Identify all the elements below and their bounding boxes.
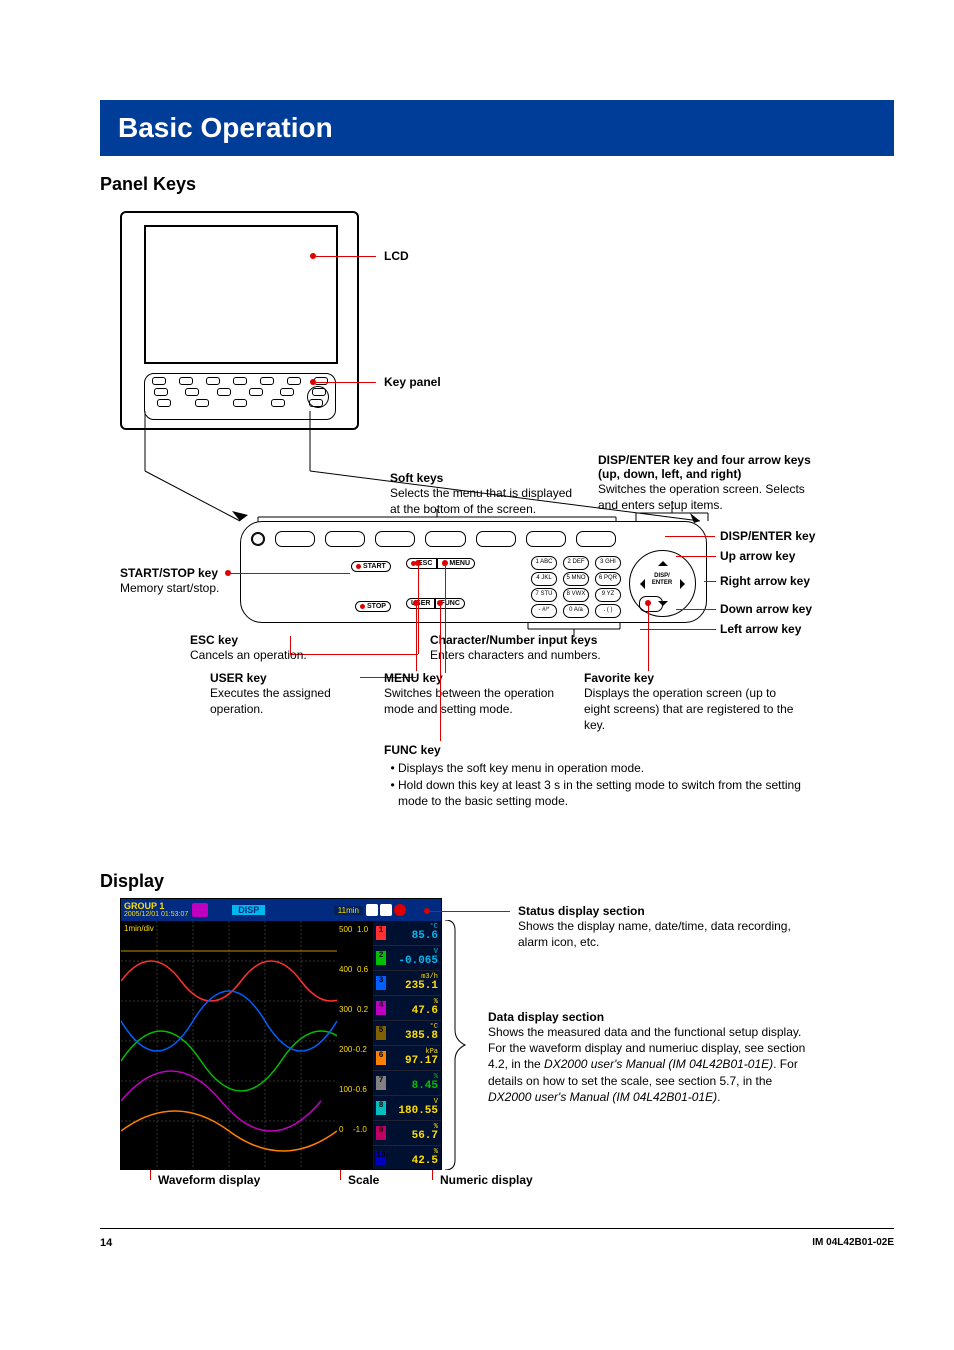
label-dispenter-block-title: DISP/ENTER key and four arrow keys (up, …	[598, 453, 828, 481]
soft-key[interactable]	[325, 531, 365, 547]
user-key[interactable]: USER	[406, 598, 435, 609]
label-down-arrow: Down arrow key	[720, 602, 812, 616]
label-softkeys-title: Soft keys	[390, 471, 443, 485]
label-status-desc: Shows the display name, date/time, data …	[518, 918, 818, 950]
label-data-desc: Shows the measured data and the function…	[488, 1024, 818, 1105]
start-key[interactable]: START	[351, 561, 391, 572]
soft-key[interactable]	[425, 531, 465, 547]
figure-panel-keys: LCD Key panel	[100, 201, 894, 861]
gear-icon	[251, 532, 265, 546]
numeric-row: 9%56.7	[373, 1121, 441, 1146]
page-title: Basic Operation	[100, 100, 894, 156]
status-rate: 11min	[334, 906, 363, 915]
page-number: 14	[100, 1237, 112, 1249]
status-icon	[380, 904, 392, 916]
soft-key[interactable]	[576, 531, 616, 547]
soft-key[interactable]	[476, 531, 516, 547]
label-waveform: Waveform display	[158, 1173, 260, 1187]
numeric-row: 7%8.45	[373, 1071, 441, 1096]
num-key[interactable]: 8 VWX	[563, 588, 589, 602]
label-menu-title: MENU key	[384, 671, 443, 685]
label-softkeys-desc: Selects the menu that is displayed at th…	[390, 485, 580, 517]
favorite-key[interactable]	[639, 596, 663, 612]
figure-display: GROUP 1 2005/12/01 01:53:07 DISP 11min 1…	[100, 898, 894, 1198]
disp-enter-key[interactable]: DISP/ENTER	[647, 573, 677, 593]
label-menu-desc: Switches between the operation mode and …	[384, 685, 574, 717]
label-left-arrow: Left arrow key	[720, 622, 801, 636]
numpad: 1 ABC 2 DEF 3 GHI 4 JKL 5 MNO 6 PQR 7 ST…	[531, 556, 621, 618]
label-lcd: LCD	[384, 249, 409, 263]
label-func-b2: Hold down this key at least 3 s in the s…	[398, 777, 818, 809]
num-key[interactable]: 2 DEF	[563, 556, 589, 570]
arrow-right-icon[interactable]	[680, 579, 690, 589]
device-outline	[120, 211, 359, 430]
scale-area: 500 400 300 200 100 0 1.0 0.6 0.2 -0.2 -…	[337, 921, 373, 1169]
alarm-icon	[394, 904, 406, 916]
label-status-title: Status display section	[518, 904, 645, 918]
status-icon	[192, 903, 208, 917]
waveform-area: 1min/div	[121, 921, 337, 1169]
numeric-row: 2V-0.065	[373, 946, 441, 971]
doc-id: IM 04L42B01-02E	[812, 1237, 894, 1249]
div-label: 1min/div	[124, 924, 154, 933]
label-func-b1: Displays the soft key menu in operation …	[398, 760, 818, 776]
num-key[interactable]: - #/*	[531, 604, 557, 618]
esc-key[interactable]: ESC	[406, 558, 437, 569]
numeric-row: 1°C85.6	[373, 921, 441, 946]
footer-rule	[100, 1228, 894, 1229]
label-right-arrow: Right arrow key	[720, 574, 810, 588]
num-key[interactable]: 0 A/a	[563, 604, 589, 618]
numeric-area: 1°C85.62V-0.0653m3/h235.14%47.65°C385.86…	[373, 921, 441, 1169]
num-key[interactable]: 3 GHI	[595, 556, 621, 570]
numeric-row: 5°C385.8	[373, 1021, 441, 1046]
num-key[interactable]: 9 YZ	[595, 588, 621, 602]
numeric-row: 6kPa97.17	[373, 1046, 441, 1071]
numeric-row: 4%47.6	[373, 996, 441, 1021]
numeric-row: 8V180.55	[373, 1096, 441, 1121]
status-group: GROUP 1	[121, 902, 188, 911]
label-fav-title: Favorite key	[584, 671, 654, 685]
arrow-up-icon[interactable]	[658, 556, 668, 566]
label-esc-title: ESC key	[190, 633, 238, 647]
label-dispenter-block-desc: Switches the operation screen. Selects a…	[598, 481, 818, 513]
label-startstop-title: START/STOP key	[120, 566, 218, 580]
label-user-title: USER key	[210, 671, 267, 685]
num-key[interactable]: . ( )	[595, 604, 621, 618]
stop-key[interactable]: STOP	[355, 601, 391, 612]
soft-key[interactable]	[526, 531, 566, 547]
status-datetime: 2005/12/01 01:53:07	[121, 911, 188, 918]
num-key[interactable]: 6 PQR	[595, 572, 621, 586]
numeric-row: 3m3/h235.1	[373, 971, 441, 996]
label-func-title: FUNC key	[384, 743, 441, 757]
status-icon	[366, 904, 378, 916]
status-bar: GROUP 1 2005/12/01 01:53:07 DISP 11min	[121, 899, 441, 921]
label-charnum-title: Character/Number input keys	[430, 633, 597, 647]
label-startstop-desc: Memory start/stop.	[120, 580, 219, 596]
num-key[interactable]: 4 JKL	[531, 572, 557, 586]
label-scale: Scale	[348, 1173, 379, 1187]
status-mode: DISP	[232, 905, 265, 915]
label-numeric: Numeric display	[440, 1173, 533, 1187]
display-screenshot: GROUP 1 2005/12/01 01:53:07 DISP 11min 1…	[120, 898, 442, 1170]
label-charnum-desc: Enters characters and numbers.	[430, 647, 601, 663]
num-key[interactable]: 7 STU	[531, 588, 557, 602]
label-user-desc: Executes the assigned operation.	[210, 685, 370, 717]
num-key[interactable]: 1 ABC	[531, 556, 557, 570]
section-panel-keys: Panel Keys	[100, 174, 894, 195]
label-fav-desc: Displays the operation screen (up to eig…	[584, 685, 804, 734]
num-key[interactable]: 5 MNO	[563, 572, 589, 586]
numeric-row: 10%42.5	[373, 1146, 441, 1170]
keypanel-enlarged: START ESC MENU STOP USER FUNC 1 ABC 2 DE…	[240, 521, 707, 623]
section-display: Display	[100, 871, 894, 892]
arrow-left-icon[interactable]	[635, 579, 645, 589]
label-dispenter-key: DISP/ENTER key	[720, 529, 815, 543]
soft-key[interactable]	[375, 531, 415, 547]
label-esc-desc: Cancels an operation.	[190, 647, 307, 663]
device-lcd	[144, 225, 338, 364]
soft-key[interactable]	[275, 531, 315, 547]
device-keypanel-mini	[144, 373, 336, 420]
label-up-arrow: Up arrow key	[720, 549, 795, 563]
label-data-title: Data display section	[488, 1010, 604, 1024]
label-keypanel: Key panel	[384, 375, 441, 389]
